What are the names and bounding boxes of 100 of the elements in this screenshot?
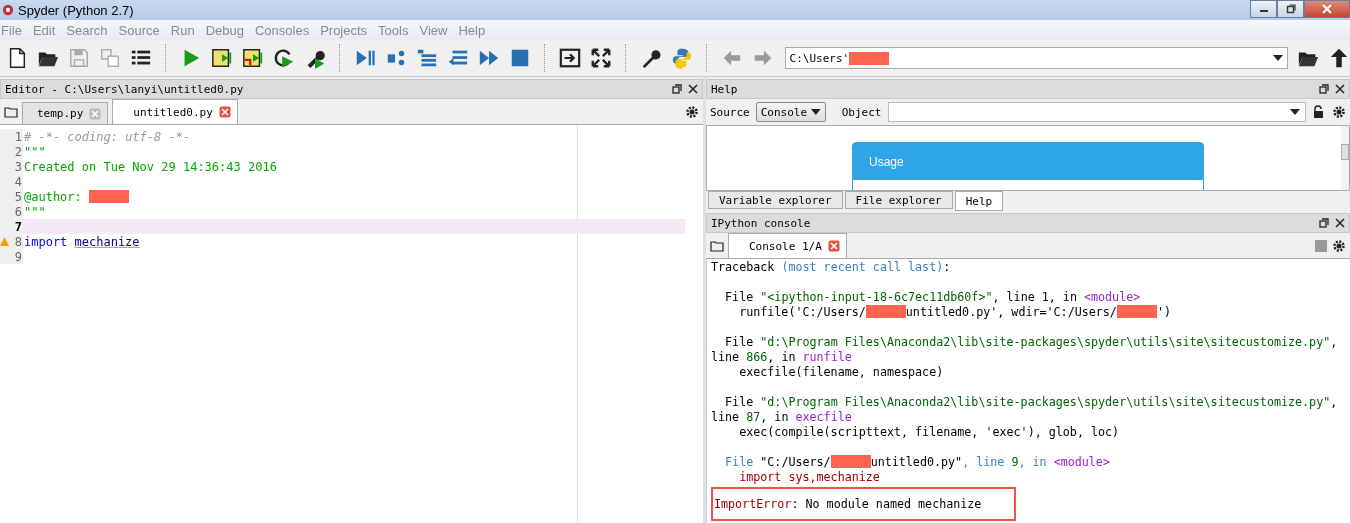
maximize-pane-icon[interactable] bbox=[558, 47, 581, 69]
code-text: """ bbox=[24, 144, 46, 159]
path-field[interactable]: C:\Users' bbox=[784, 47, 1288, 69]
console-text: 866 bbox=[746, 349, 768, 364]
fullscreen-icon[interactable] bbox=[589, 47, 612, 69]
console-text: : bbox=[943, 259, 951, 274]
pane-tab[interactable]: File explorer bbox=[844, 191, 953, 209]
code-text: Created on Tue Nov 29 14:36:43 2016 bbox=[24, 159, 277, 174]
lock-icon[interactable] bbox=[1312, 105, 1326, 119]
close-icon[interactable] bbox=[1335, 84, 1345, 94]
console-text: , line bbox=[962, 454, 1006, 469]
console-text: File bbox=[724, 334, 755, 349]
menu-item[interactable]: Consoles bbox=[253, 22, 319, 38]
minimize-button[interactable] bbox=[1250, 0, 1277, 18]
pane-title: Help bbox=[711, 82, 738, 96]
file-tab[interactable]: temp.py bbox=[22, 102, 109, 124]
settings-icon[interactable] bbox=[1332, 238, 1346, 253]
warning-icon bbox=[0, 237, 9, 246]
line-number: 2 bbox=[14, 144, 22, 159]
pane-tab[interactable]: Help bbox=[954, 191, 1004, 211]
console-text: <module> bbox=[1083, 289, 1141, 304]
console-text: File bbox=[724, 394, 755, 409]
line-number: 9 bbox=[14, 249, 22, 264]
error-text: ImportError bbox=[714, 497, 792, 511]
step-into-icon[interactable] bbox=[415, 47, 438, 69]
menu-item[interactable]: Projects bbox=[319, 22, 377, 38]
console-text: , in bbox=[767, 349, 797, 364]
console-text: exec(compile(scripttext, filename, 'exec'), glob, loc) bbox=[738, 424, 1120, 439]
menu-item[interactable]: Search bbox=[65, 22, 117, 38]
console-text: "d:\Program Files\Anaconda2\lib\site-packages\spyder\utils\site\sitecustomize.py" bbox=[760, 334, 1331, 349]
redaction-mark bbox=[89, 190, 130, 203]
rerun-icon[interactable] bbox=[272, 47, 295, 69]
pane-tab[interactable]: Variable explorer bbox=[708, 191, 843, 209]
folder-icon[interactable] bbox=[4, 104, 18, 119]
close-icon[interactable] bbox=[1335, 218, 1345, 228]
pane-title: IPython console bbox=[711, 216, 811, 230]
console-text: import sys,mechanize bbox=[738, 469, 880, 484]
menu-item[interactable]: File bbox=[0, 22, 31, 38]
python-logo-icon[interactable] bbox=[670, 47, 693, 69]
console-text: , in bbox=[760, 409, 790, 424]
maximize-button[interactable] bbox=[1277, 0, 1304, 18]
close-button[interactable] bbox=[1304, 0, 1350, 18]
console-text: runfile('C:/Users/ bbox=[738, 304, 866, 319]
console-text: runfile bbox=[802, 349, 852, 364]
console-text: untitled0.py" bbox=[870, 454, 963, 469]
close-tab-icon[interactable] bbox=[218, 106, 231, 118]
object-field[interactable] bbox=[887, 102, 1306, 122]
undock-icon[interactable] bbox=[1319, 84, 1329, 94]
close-icon[interactable] bbox=[688, 84, 698, 94]
console-text: , line 1, in bbox=[992, 289, 1078, 304]
console-text: 9 bbox=[1011, 454, 1019, 469]
menu-item[interactable]: Edit bbox=[31, 22, 65, 38]
run-cell-icon[interactable] bbox=[210, 47, 233, 69]
path-text: C:\Users' bbox=[789, 51, 850, 65]
line-number: 7 bbox=[14, 219, 22, 234]
menu-item[interactable]: View bbox=[418, 22, 457, 38]
console-text: line bbox=[711, 409, 741, 424]
undock-icon[interactable] bbox=[672, 84, 682, 94]
window-title: Spyder (Python 2.7) bbox=[18, 2, 134, 18]
console-text: line bbox=[711, 349, 741, 364]
console-text: ') bbox=[1156, 304, 1171, 319]
menu-item[interactable]: Help bbox=[457, 22, 495, 38]
console-text: execfile(filename, namespace) bbox=[738, 364, 944, 379]
console-text: <module> bbox=[1053, 454, 1110, 469]
code-text: mechanize bbox=[74, 234, 140, 249]
console-text: "d:\Program Files\Anaconda2\lib\site-packages\spyder\utils\site\sitecustomize.py" bbox=[760, 394, 1331, 409]
restore-icon bbox=[1285, 4, 1296, 14]
menu-item[interactable]: Source bbox=[117, 22, 169, 38]
undock-icon[interactable] bbox=[1319, 218, 1329, 228]
file-tab[interactable]: untitled0.py bbox=[112, 99, 238, 124]
console-text: File bbox=[724, 454, 755, 469]
redaction-mark bbox=[865, 305, 906, 318]
object-label: Object bbox=[841, 105, 882, 119]
menu-item[interactable]: Debug bbox=[204, 22, 253, 38]
source-dropdown[interactable]: Console bbox=[755, 102, 826, 122]
run-cell-advance-icon[interactable] bbox=[241, 47, 264, 69]
console-text: , bbox=[1330, 334, 1338, 349]
dropdown-arrow-icon[interactable] bbox=[1272, 55, 1283, 61]
settings-icon[interactable] bbox=[1332, 105, 1346, 119]
console-text: 87 bbox=[746, 409, 761, 424]
usage-title: Usage bbox=[869, 154, 904, 169]
folder-icon[interactable] bbox=[710, 238, 724, 253]
console-text: , bbox=[1330, 394, 1338, 409]
menu-item[interactable]: Tools bbox=[377, 22, 418, 38]
dropdown-arrow-icon bbox=[1290, 109, 1300, 115]
settings-icon[interactable] bbox=[685, 104, 699, 119]
menu-item[interactable]: Run bbox=[169, 22, 204, 38]
code-text: """ bbox=[24, 204, 46, 219]
console-tab[interactable]: Console 1/A bbox=[728, 233, 847, 258]
console-text: , in bbox=[1018, 454, 1048, 469]
console-text: "<ipython-input-18-6c7ec11db60f>" bbox=[760, 289, 993, 304]
console-text: execfile bbox=[795, 409, 852, 424]
pane-title: Editor - C:\Users\lanyi\untitled0.py bbox=[5, 82, 244, 96]
close-tab-icon[interactable] bbox=[827, 240, 840, 252]
redaction-mark bbox=[1116, 305, 1157, 318]
scrollbar[interactable] bbox=[1341, 126, 1349, 190]
line-number: 6 bbox=[14, 204, 22, 219]
code-text: @author: bbox=[24, 189, 83, 204]
close-icon bbox=[1322, 4, 1332, 14]
code-text: # -*- coding: utf-8 -*- bbox=[24, 129, 191, 144]
